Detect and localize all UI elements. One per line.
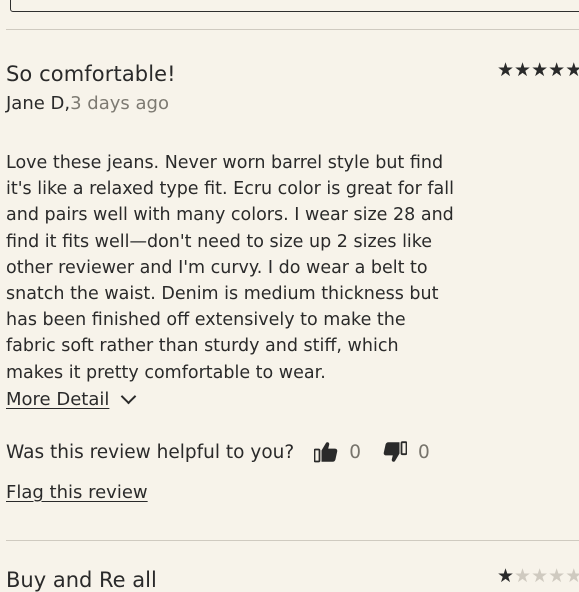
reviewer-info: Jane D,3 days ago — [6, 93, 169, 114]
star-icon: ★ — [497, 59, 515, 81]
star-icon: ★ — [497, 565, 515, 587]
star-icon: ★ — [531, 565, 549, 587]
more-detail-toggle[interactable]: More Detail — [6, 388, 137, 410]
thumbs-down-icon[interactable] — [383, 441, 407, 463]
star-icon: ★ — [531, 59, 549, 81]
next-review-rating-stars: ★★★★★ — [497, 565, 579, 587]
review-rating-stars: ★★★★★ — [497, 59, 579, 81]
helpful-no-count: 0 — [417, 441, 430, 463]
chevron-down-icon — [121, 388, 137, 405]
helpful-yes-count: 0 — [349, 441, 361, 463]
star-icon: ★ — [514, 565, 532, 587]
star-icon: ★ — [565, 59, 579, 81]
review-divider — [6, 540, 579, 541]
review-date: 3 days ago — [70, 93, 169, 114]
reviewer-name: Jane D, — [6, 93, 71, 114]
previous-section-box — [10, 0, 579, 12]
review-title: So comfortable! — [6, 62, 176, 86]
thumbs-up-icon[interactable] — [314, 441, 338, 463]
review-body: Love these jeans. Never worn barrel styl… — [6, 153, 454, 383]
section-divider — [6, 29, 579, 30]
flag-review-link[interactable]: Flag this review — [6, 482, 148, 503]
next-review-title: Buy and Re all — [6, 568, 157, 592]
helpful-yes-button[interactable]: 0 — [314, 441, 361, 463]
star-icon: ★ — [548, 565, 566, 587]
helpful-vote-row: Was this review helpful to you? 0 0 — [6, 437, 430, 467]
star-icon: ★ — [548, 59, 566, 81]
helpful-question: Was this review helpful to you? — [6, 441, 295, 463]
more-detail-label[interactable]: More Detail — [6, 389, 109, 410]
star-icon: ★ — [514, 59, 532, 81]
helpful-no-button[interactable]: 0 — [383, 441, 430, 463]
star-icon: ★ — [565, 565, 579, 587]
